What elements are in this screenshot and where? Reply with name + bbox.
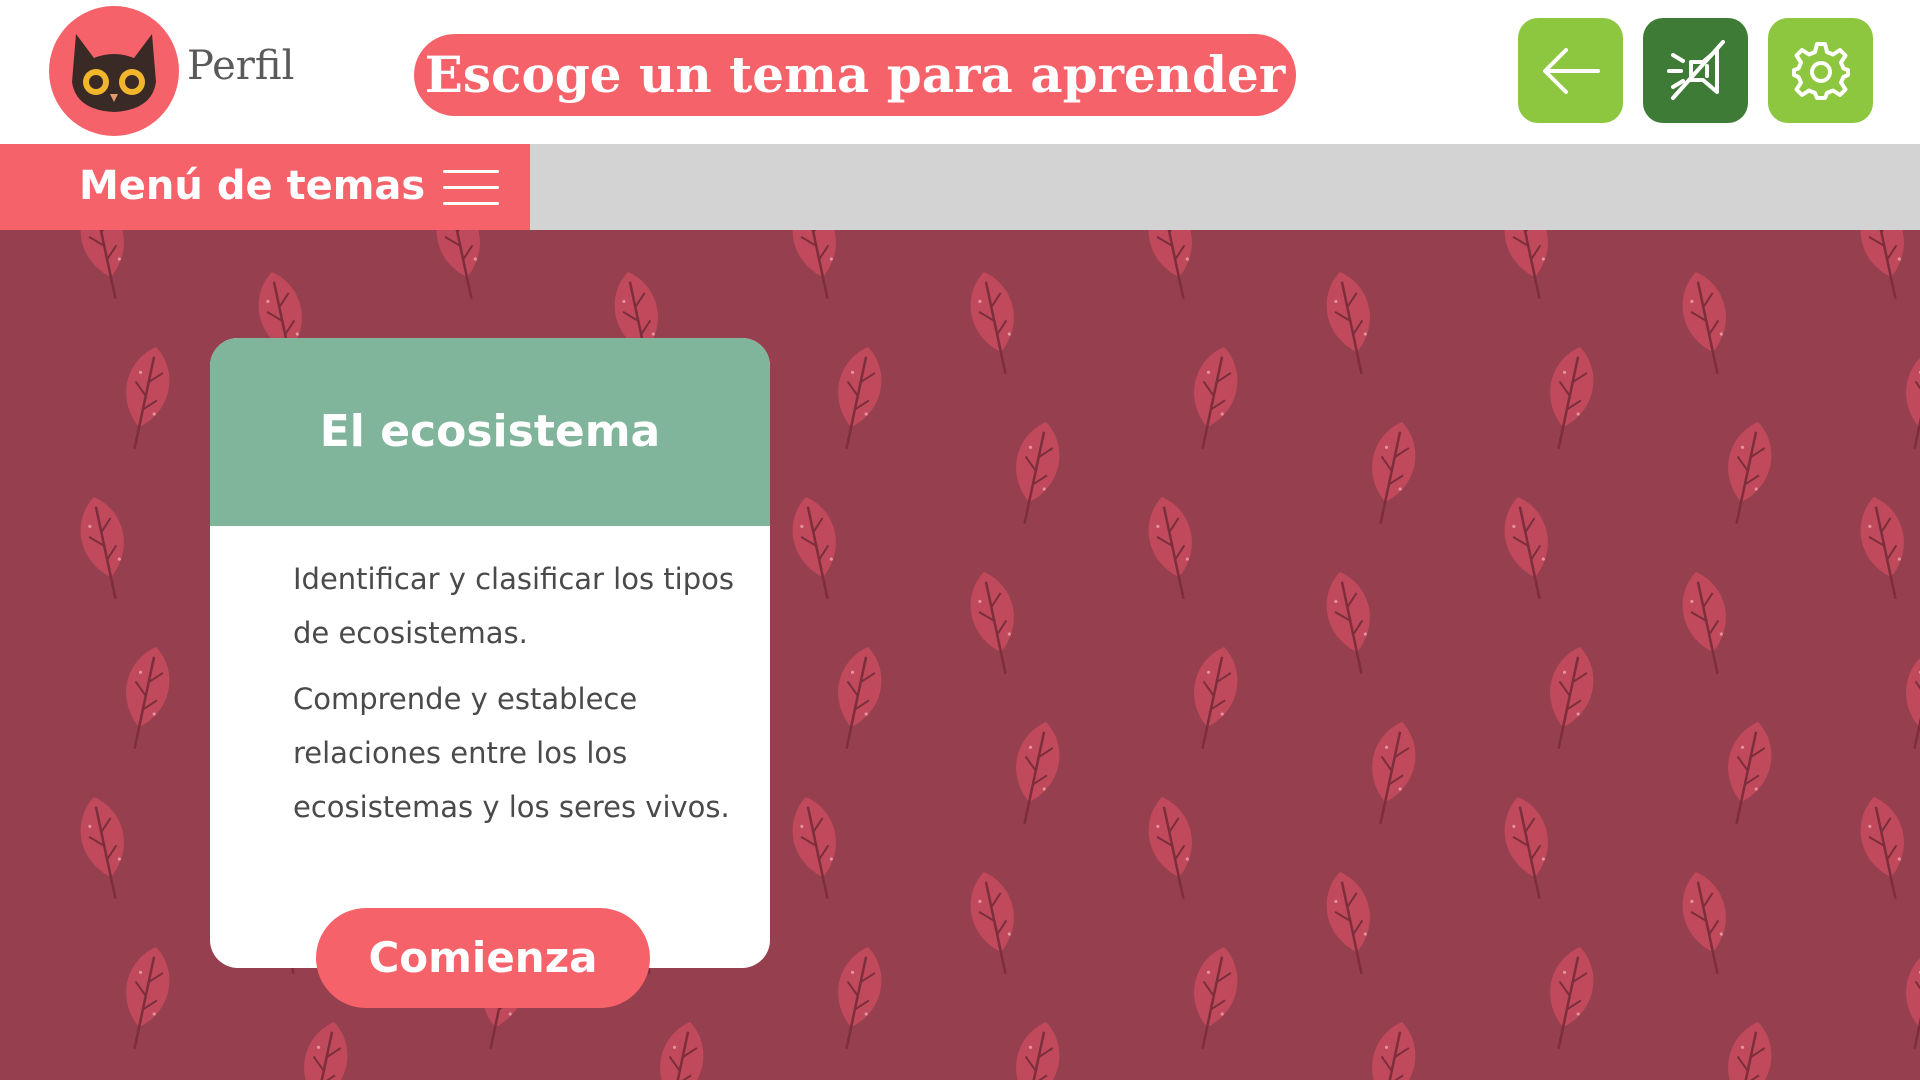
leaf-icon <box>1318 566 1384 680</box>
leaf-icon <box>72 791 138 905</box>
leaf-icon <box>1318 266 1384 380</box>
gear-icon <box>1791 41 1850 100</box>
speaker-muted-icon <box>1666 39 1725 100</box>
topic-card: El ecosistema Identificar y clasificar l… <box>210 338 770 968</box>
topic-objectives: Identificar y clasificar los tipos de ec… <box>293 552 743 834</box>
leaf-icon <box>72 491 138 605</box>
leaf-icon <box>1714 1016 1780 1080</box>
leaf-icon <box>72 230 138 305</box>
profile-link[interactable]: Perfil <box>187 46 294 86</box>
leaf-icon <box>290 1016 356 1080</box>
leaf-icon <box>428 230 494 305</box>
start-button-label: Comienza <box>368 933 598 982</box>
top-bar: Perfil Escoge un tema para aprender <box>0 0 1920 144</box>
owl-icon <box>72 34 156 112</box>
leaf-icon <box>1714 716 1780 830</box>
leaf-icon <box>1536 341 1602 455</box>
leaf-icon <box>1180 341 1246 455</box>
topics-menu-label: Menú de temas <box>79 163 426 209</box>
leaf-icon <box>1536 641 1602 755</box>
leaf-icon <box>1358 1016 1424 1080</box>
leaf-icon <box>1674 866 1740 980</box>
leaf-icon <box>1714 416 1780 530</box>
leaf-icon <box>1180 641 1246 755</box>
leaf-icon <box>1496 491 1562 605</box>
leaf-icon <box>1852 230 1918 305</box>
leaf-icon <box>1140 491 1206 605</box>
hamburger-icon <box>443 170 499 206</box>
leaf-icon <box>962 866 1028 980</box>
leaf-icon <box>112 941 178 1055</box>
leaf-icon <box>1318 866 1384 980</box>
leaf-icon <box>1496 791 1562 905</box>
leaf-icon <box>1496 230 1562 305</box>
page-title: Escoge un tema para aprender <box>414 34 1296 116</box>
topic-title: El ecosistema <box>319 406 661 457</box>
leaf-icon <box>1002 416 1068 530</box>
objective-item: Identificar y clasificar los tipos de ec… <box>293 562 734 650</box>
settings-button[interactable] <box>1768 18 1873 123</box>
leaf-icon <box>784 491 850 605</box>
arrow-left-icon <box>1542 47 1600 94</box>
leaf-icon <box>1358 716 1424 830</box>
leaf-icon <box>824 641 890 755</box>
leaf-icon <box>784 791 850 905</box>
leaf-icon <box>1852 491 1918 605</box>
leaf-icon <box>1358 416 1424 530</box>
topics-menu-button[interactable]: Menú de temas <box>0 144 530 230</box>
topic-card-header: El ecosistema <box>210 338 770 526</box>
start-button[interactable]: Comienza <box>316 908 650 1008</box>
leaf-icon <box>962 566 1028 680</box>
page-title-text: Escoge un tema para aprender <box>424 45 1286 104</box>
leaf-icon <box>1140 791 1206 905</box>
leaf-icon <box>1180 941 1246 1055</box>
leaf-icon <box>824 941 890 1055</box>
leaf-icon <box>1002 716 1068 830</box>
leaf-icon <box>962 266 1028 380</box>
leaf-icon <box>1892 941 1920 1055</box>
leaf-icon <box>112 641 178 755</box>
mute-button[interactable] <box>1643 18 1748 123</box>
leaf-icon <box>1892 641 1920 755</box>
leaf-icon <box>1536 941 1602 1055</box>
leaf-icon <box>824 341 890 455</box>
leaf-icon <box>1674 266 1740 380</box>
objective-item: Comprende y establece relaciones entre l… <box>293 682 730 824</box>
leaf-icon <box>1140 230 1206 305</box>
leaf-icon <box>112 341 178 455</box>
back-button[interactable] <box>1518 18 1623 123</box>
leaf-icon <box>1852 791 1918 905</box>
leaf-icon <box>1002 1016 1068 1080</box>
leaf-icon <box>646 1016 712 1080</box>
menu-bar: Menú de temas <box>0 144 1920 230</box>
leaf-icon <box>784 230 850 305</box>
leaf-icon <box>1674 566 1740 680</box>
profile-avatar[interactable] <box>49 6 179 136</box>
leaf-icon <box>1892 341 1920 455</box>
